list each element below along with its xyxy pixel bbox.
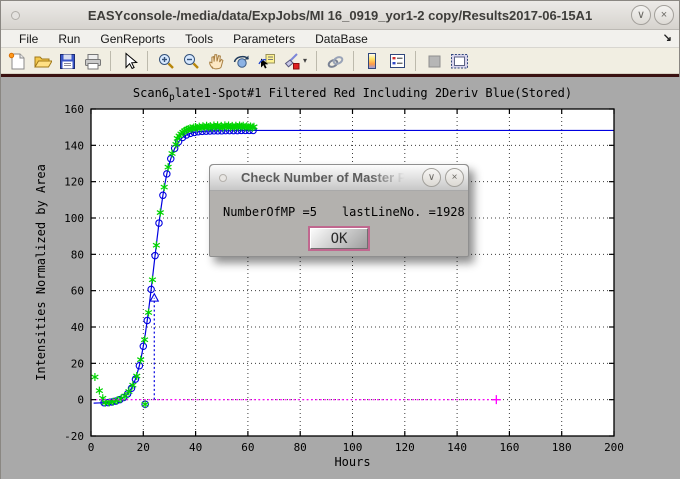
dialog-lastlineno-value: lastLineNo. =1928 xyxy=(342,205,465,219)
zoom-out-button[interactable] xyxy=(180,50,202,72)
insert-colorbar-button[interactable] xyxy=(361,50,383,72)
data-cursor-button[interactable] xyxy=(255,50,277,72)
x-tick-label: 160 xyxy=(499,441,519,454)
dialog-title: Check Number of Master Pla xyxy=(241,170,406,185)
toolbar-separator xyxy=(110,51,111,71)
menu-corner-arrow-icon[interactable]: ↘ xyxy=(663,31,672,44)
check-master-plates-dialog: Check Number of Master Pla ∨ × NumberOfM… xyxy=(209,164,469,257)
brush-dropdown-icon[interactable]: ▾ xyxy=(303,56,307,65)
x-tick-label: 60 xyxy=(241,441,254,454)
dialog-close-button[interactable]: × xyxy=(445,168,464,187)
toolbar-separator xyxy=(353,51,354,71)
y-tick-label: 60 xyxy=(71,285,84,298)
x-tick-label: 180 xyxy=(552,441,572,454)
link-plots-button[interactable] xyxy=(324,50,346,72)
x-tick-label: 80 xyxy=(294,441,307,454)
window-title: EASYconsole-/media/data/ExpJobs/MI 16_09… xyxy=(1,8,679,23)
y-tick-label: 20 xyxy=(71,357,84,370)
rotate-3d-button[interactable] xyxy=(230,50,252,72)
x-tick-label: 40 xyxy=(189,441,202,454)
edit-arrow-button[interactable] xyxy=(118,50,140,72)
save-button[interactable] xyxy=(56,50,78,72)
print-button[interactable] xyxy=(81,50,103,72)
insert-legend-button[interactable] xyxy=(386,50,408,72)
x-tick-label: 100 xyxy=(343,441,363,454)
zoom-in-button[interactable] xyxy=(155,50,177,72)
brush-button[interactable] xyxy=(280,50,302,72)
toolbar-bottom-edge xyxy=(1,74,679,77)
menu-item-database[interactable]: DataBase xyxy=(305,31,378,47)
y-tick-label: 100 xyxy=(64,212,84,225)
menu-item-parameters[interactable]: Parameters xyxy=(223,31,305,47)
plot-area[interactable] xyxy=(91,109,614,436)
menubar: FileRunGenReportsToolsParametersDataBase… xyxy=(1,30,679,48)
window-minimize-button[interactable]: ∨ xyxy=(631,5,651,25)
figure-toolbar: ▾ xyxy=(1,48,679,74)
window-menu-icon[interactable] xyxy=(11,11,20,20)
y-tick-label: 80 xyxy=(71,248,84,261)
dialog-minimize-button[interactable]: ∨ xyxy=(422,168,441,187)
y-tick-label: 140 xyxy=(64,139,84,152)
y-tick-label: 120 xyxy=(64,176,84,189)
menu-item-run[interactable]: Run xyxy=(48,31,90,47)
window-titlebar: EASYconsole-/media/data/ExpJobs/MI 16_09… xyxy=(1,1,679,30)
y-tick-label: -20 xyxy=(64,430,84,443)
x-tick-label: 200 xyxy=(604,441,624,454)
open-file-button[interactable] xyxy=(31,50,53,72)
y-tick-label: 0 xyxy=(77,394,84,407)
x-tick-label: 120 xyxy=(395,441,415,454)
x-tick-label: 140 xyxy=(447,441,467,454)
pan-hand-button[interactable] xyxy=(205,50,227,72)
toolbar-separator xyxy=(147,51,148,71)
dialog-message: NumberOfMP =5 lastLineNo. =1928 xyxy=(210,191,468,219)
menu-item-tools[interactable]: Tools xyxy=(175,31,223,47)
menu-item-file[interactable]: File xyxy=(9,31,48,47)
hide-plot-tools-button xyxy=(423,50,445,72)
y-tick-label: 160 xyxy=(64,103,84,116)
x-tick-label: 20 xyxy=(137,441,150,454)
toolbar-separator xyxy=(316,51,317,71)
new-file-button[interactable] xyxy=(6,50,28,72)
dialog-menu-icon[interactable] xyxy=(219,174,227,182)
toolbar-separator xyxy=(415,51,416,71)
y-tick-label: 40 xyxy=(71,321,84,334)
x-axis-label: Hours xyxy=(334,455,370,469)
x-tick-label: 0 xyxy=(88,441,95,454)
dialog-titlebar[interactable]: Check Number of Master Pla ∨ × xyxy=(210,165,468,191)
show-plot-tools-button[interactable] xyxy=(448,50,470,72)
easyconsole-window: { "window": { "title": "EASYconsole-/med… xyxy=(0,0,680,479)
dialog-numberofmp-value: NumberOfMP =5 xyxy=(223,205,317,219)
menu-item-genreports[interactable]: GenReports xyxy=(90,31,175,47)
y-axis-label: Intensities Normalized by Area xyxy=(34,164,48,381)
window-close-button[interactable]: × xyxy=(654,5,674,25)
ok-button[interactable]: OK xyxy=(310,228,368,249)
ok-button-focus-ring: OK xyxy=(308,226,370,251)
